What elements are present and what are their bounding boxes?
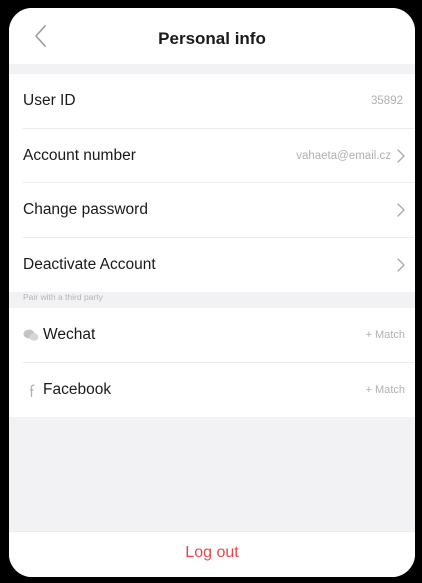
chevron-right-icon [397,149,405,163]
account-number-row[interactable]: Account number vahaeta@email.cz [9,129,415,184]
chevron-right-icon [397,203,405,217]
chevron-right-icon [397,258,405,272]
user-id-value: 35892 [371,95,403,108]
logout-button[interactable]: Log out [9,531,415,577]
facebook-label: Facebook [43,380,112,398]
account-number-label: Account number [23,146,136,164]
third-party-section-label: Pair with a third party [23,292,103,302]
nav-bar: Personal info [9,8,415,64]
page-title: Personal info [158,29,266,48]
account-group: User ID 35892 Account number vahaeta@ema… [9,74,415,292]
facebook-match-button[interactable]: + Match [366,384,405,396]
facebook-label-wrap: Facebook [23,381,366,399]
wechat-label: Wechat [43,326,96,344]
phone-screen: Personal info User ID 35892 Account numb… [6,5,418,580]
wechat-row[interactable]: Wechat + Match [9,308,415,363]
change-password-label: Change password [23,201,148,219]
facebook-row[interactable]: Facebook + Match [9,363,415,418]
deactivate-account-label: Deactivate Account [23,255,156,273]
account-number-value: vahaeta@email.cz [296,149,391,162]
facebook-icon [30,384,35,397]
screen-frame: Personal info User ID 35892 Account numb… [0,0,422,583]
user-id-label: User ID [23,92,76,110]
wechat-icon [23,329,39,341]
wechat-match-button[interactable]: + Match [366,329,405,341]
change-password-row[interactable]: Change password [9,183,415,238]
deactivate-account-row[interactable]: Deactivate Account [9,238,415,293]
wechat-label-wrap: Wechat [23,326,366,344]
user-id-row: User ID 35892 [9,74,415,129]
third-party-group: Wechat + Match Facebook + Match [9,308,415,417]
